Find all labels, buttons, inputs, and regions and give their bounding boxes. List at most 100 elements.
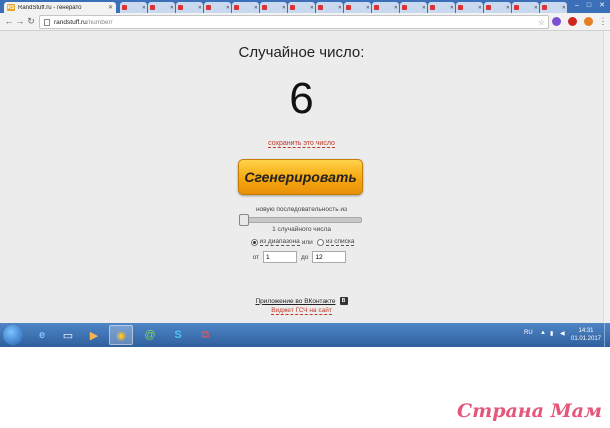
tab-close-icon[interactable]: ✕ xyxy=(338,5,342,11)
background-tab[interactable]: ✕ xyxy=(204,2,231,13)
tab-favicon-icon xyxy=(178,5,183,10)
address-bar[interactable]: randstuff.ru /number/ ☆ xyxy=(39,15,549,29)
tab-favicon-icon xyxy=(346,5,351,10)
clock-time: 14:31 xyxy=(578,328,594,334)
mail-icon[interactable]: @ xyxy=(138,325,162,345)
tab-favicon-icon xyxy=(430,5,435,10)
language-indicator[interactable]: RU xyxy=(524,330,533,336)
background-tab[interactable]: ✕ xyxy=(232,2,259,13)
page-scrollbar[interactable] xyxy=(603,31,610,323)
site-favicon-icon: RS xyxy=(7,4,15,11)
tab-close-icon[interactable]: ✕ xyxy=(478,5,482,11)
taskbar: e ▭ ▶ ◉ @ S ⧉ RU ▲ ▮ ◀ 14:31 01.01.2017 xyxy=(0,323,610,347)
show-desktop-button[interactable] xyxy=(604,323,610,347)
vk-app-label[interactable]: Приложение во ВКонтакте xyxy=(255,298,335,305)
tab-favicon-icon xyxy=(122,5,127,10)
vk-app-link[interactable]: Приложение во ВКонтакте B xyxy=(0,297,603,305)
vk-icon[interactable]: B xyxy=(339,297,348,305)
background-tab[interactable]: ✕ xyxy=(260,2,287,13)
ie-icon[interactable]: e xyxy=(30,325,54,345)
tab-favicon-icon xyxy=(290,5,295,10)
back-icon[interactable]: ← xyxy=(4,16,14,26)
start-button[interactable] xyxy=(3,325,23,345)
tab-favicon-icon xyxy=(374,5,379,10)
tab-close-icon[interactable]: ✕ xyxy=(422,5,426,11)
tab-close-icon[interactable]: ✕ xyxy=(254,5,258,11)
background-tab[interactable]: ✕ xyxy=(540,2,567,13)
sequence-label: новую последовательность из xyxy=(255,206,348,213)
tab-close-icon[interactable]: ✕ xyxy=(450,5,454,11)
save-number-link[interactable]: сохранить это число xyxy=(0,140,603,148)
from-input[interactable] xyxy=(263,251,298,263)
tab-close-icon[interactable]: ✕ xyxy=(198,5,202,11)
background-tab[interactable]: ✕ xyxy=(456,2,483,13)
background-tab[interactable]: ✕ xyxy=(428,2,455,13)
page-content: Случайное число: 6 сохранить это число С… xyxy=(0,31,610,323)
bookmark-star-icon[interactable]: ☆ xyxy=(538,18,545,27)
skype-icon[interactable]: S xyxy=(166,325,190,345)
media-player-icon[interactable]: ▶ xyxy=(82,325,106,345)
widget-link-label[interactable]: Виджет ГСЧ на сайт xyxy=(271,307,332,315)
tab-close-icon[interactable]: ✕ xyxy=(310,5,314,11)
to-input[interactable] xyxy=(312,251,347,263)
mode-selector: из диапазона или из списка xyxy=(0,238,603,246)
background-tab[interactable]: ✕ xyxy=(316,2,343,13)
tab-close-icon[interactable]: ✕ xyxy=(282,5,286,11)
tab-favicon-icon xyxy=(206,5,211,10)
save-number-label[interactable]: сохранить это число xyxy=(268,140,335,148)
background-tab[interactable]: ✕ xyxy=(344,2,371,13)
tab-favicon-icon xyxy=(542,5,547,10)
tab-favicon-icon xyxy=(262,5,267,10)
background-tab[interactable]: ✕ xyxy=(176,2,203,13)
tab-close-icon[interactable]: ✕ xyxy=(394,5,398,11)
widget-link[interactable]: Виджет ГСЧ на сайт xyxy=(0,307,603,315)
background-tab[interactable]: ✕ xyxy=(484,2,511,13)
clock[interactable]: 14:31 01.01.2017 xyxy=(570,327,602,343)
maximize-button[interactable]: □ xyxy=(584,1,594,10)
watermark: Страна Мам xyxy=(456,400,602,422)
range-radio[interactable] xyxy=(250,238,258,246)
tab-close-icon[interactable]: ✕ xyxy=(506,5,510,11)
count-label: 1 случайного числа xyxy=(272,226,331,233)
tab-active[interactable]: RS RandStuff.ru - генерато ✕ xyxy=(4,2,116,13)
list-mode-label[interactable]: из списка xyxy=(325,238,355,246)
explorer-icon[interactable]: ▭ xyxy=(56,325,80,345)
menu-icon[interactable]: ⋮ xyxy=(598,16,608,26)
count-slider[interactable] xyxy=(239,214,362,226)
tab-favicon-icon xyxy=(318,5,323,10)
from-label: от xyxy=(252,253,260,261)
background-tab[interactable]: ✕ xyxy=(512,2,539,13)
tab-close-icon[interactable]: ✕ xyxy=(534,5,538,11)
tab-strip: RS RandStuff.ru - генерато ✕ ✕ ✕ ✕ ✕ ✕ ✕… xyxy=(0,0,610,13)
chrome-icon[interactable]: ◉ xyxy=(109,325,133,345)
background-tab[interactable]: ✕ xyxy=(288,2,315,13)
tray-arrow-icon[interactable]: ▲ xyxy=(540,330,546,336)
url-host: randstuff.ru xyxy=(54,18,87,26)
range-mode-label[interactable]: из диапазона xyxy=(259,238,300,246)
tab-close-icon[interactable]: ✕ xyxy=(562,5,566,11)
background-tab[interactable]: ✕ xyxy=(372,2,399,13)
background-tab[interactable]: ✕ xyxy=(120,2,147,13)
tab-close-icon[interactable]: ✕ xyxy=(107,4,114,11)
network-icon[interactable]: ▮ xyxy=(550,330,553,337)
tab-close-icon[interactable]: ✕ xyxy=(170,5,174,11)
forward-icon[interactable]: → xyxy=(15,16,25,26)
background-tab[interactable]: ✕ xyxy=(148,2,175,13)
volume-icon[interactable]: ◀ xyxy=(560,330,565,337)
extension-icon[interactable] xyxy=(552,17,561,26)
reload-icon[interactable]: ↻ xyxy=(26,16,36,26)
tab-close-icon[interactable]: ✕ xyxy=(142,5,146,11)
page-title: Случайное число: xyxy=(238,44,365,61)
slider-handle[interactable] xyxy=(239,214,249,226)
close-window-button[interactable]: ✕ xyxy=(597,1,607,10)
tab-close-icon[interactable]: ✕ xyxy=(226,5,230,11)
background-tab[interactable]: ✕ xyxy=(400,2,427,13)
extension-icon[interactable] xyxy=(584,17,593,26)
adblock-icon[interactable] xyxy=(568,17,577,26)
list-radio[interactable] xyxy=(316,238,324,246)
tab-close-icon[interactable]: ✕ xyxy=(366,5,370,11)
minimize-button[interactable]: – xyxy=(572,1,582,10)
generate-button[interactable]: Сгенерировать xyxy=(238,159,363,195)
pdf-reader-icon[interactable]: ⧉ xyxy=(193,325,217,345)
tab-favicon-icon xyxy=(458,5,463,10)
